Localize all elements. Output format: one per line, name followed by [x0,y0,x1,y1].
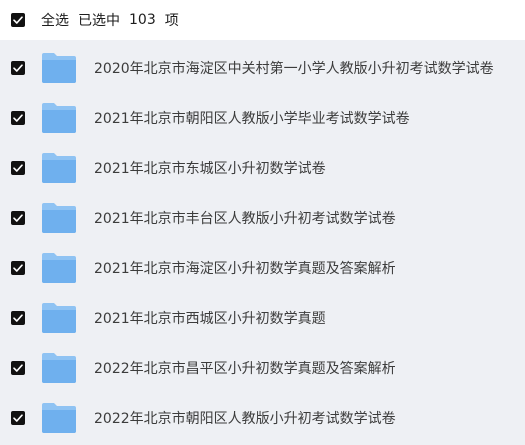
file-checkbox[interactable] [11,61,25,75]
file-checkbox[interactable] [11,211,25,225]
file-row[interactable]: 2021年北京市朝阳区人教版小学毕业考试数学试卷 [0,93,525,143]
file-row[interactable]: 2021年北京市丰台区人教版小升初考试数学试卷 [0,193,525,243]
file-row[interactable]: 2022年北京市朝阳区人教版小升初考试数学试卷 [0,393,525,443]
checkmark-icon [13,264,23,272]
checkmark-icon [13,214,23,222]
folder-icon [42,253,76,283]
checkmark-icon [13,64,23,72]
checkmark-icon [13,114,23,122]
folder-icon [42,303,76,333]
file-list: 2020年北京市海淀区中关村第一小学人教版小升初考试数学试卷 2021年北京市朝… [0,43,525,443]
file-row[interactable]: 2021年北京市西城区小升初数学真题 [0,293,525,343]
file-name: 2021年北京市海淀区小升初数学真题及答案解析 [94,261,396,277]
file-row[interactable]: 2021年北京市海淀区小升初数学真题及答案解析 [0,243,525,293]
file-checkbox[interactable] [11,111,25,125]
checkmark-icon [13,364,23,372]
selected-prefix: 已选中 [78,13,120,29]
file-checkbox[interactable] [11,361,25,375]
checkmark-icon [13,164,23,172]
file-checkbox[interactable] [11,411,25,425]
folder-icon [42,353,76,383]
selection-summary: 全选 已选中 103 项 [41,10,179,30]
file-name: 2021年北京市东城区小升初数学试卷 [94,161,326,177]
file-row[interactable]: 2022年北京市昌平区小升初数学真题及答案解析 [0,343,525,393]
file-name: 2021年北京市朝阳区人教版小学毕业考试数学试卷 [94,111,410,127]
selected-unit: 项 [164,13,179,29]
file-name: 2021年北京市丰台区人教版小升初考试数学试卷 [94,211,396,227]
select-all-checkbox[interactable] [11,13,25,27]
file-name: 2021年北京市西城区小升初数学真题 [94,311,326,327]
selection-header: 全选 已选中 103 项 [0,0,525,40]
folder-icon [42,403,76,433]
folder-icon [42,103,76,133]
checkmark-icon [13,314,23,322]
file-row[interactable]: 2020年北京市海淀区中关村第一小学人教版小升初考试数学试卷 [0,43,525,93]
file-checkbox[interactable] [11,311,25,325]
selected-count: 103 [129,12,156,28]
file-row[interactable]: 2021年北京市东城区小升初数学试卷 [0,143,525,193]
file-name: 2022年北京市昌平区小升初数学真题及答案解析 [94,361,396,377]
file-name: 2022年北京市朝阳区人教版小升初考试数学试卷 [94,411,396,427]
checkmark-icon [13,16,23,24]
checkmark-icon [13,414,23,422]
select-all-label[interactable]: 全选 [41,10,69,30]
file-checkbox[interactable] [11,161,25,175]
file-selection-panel: 全选 已选中 103 项 2020年北京市海淀区中关村第一小学人教版小升初考试数… [0,0,525,445]
folder-icon [42,153,76,183]
file-checkbox[interactable] [11,261,25,275]
folder-icon [42,53,76,83]
folder-icon [42,203,76,233]
file-name: 2020年北京市海淀区中关村第一小学人教版小升初考试数学试卷 [94,61,494,77]
